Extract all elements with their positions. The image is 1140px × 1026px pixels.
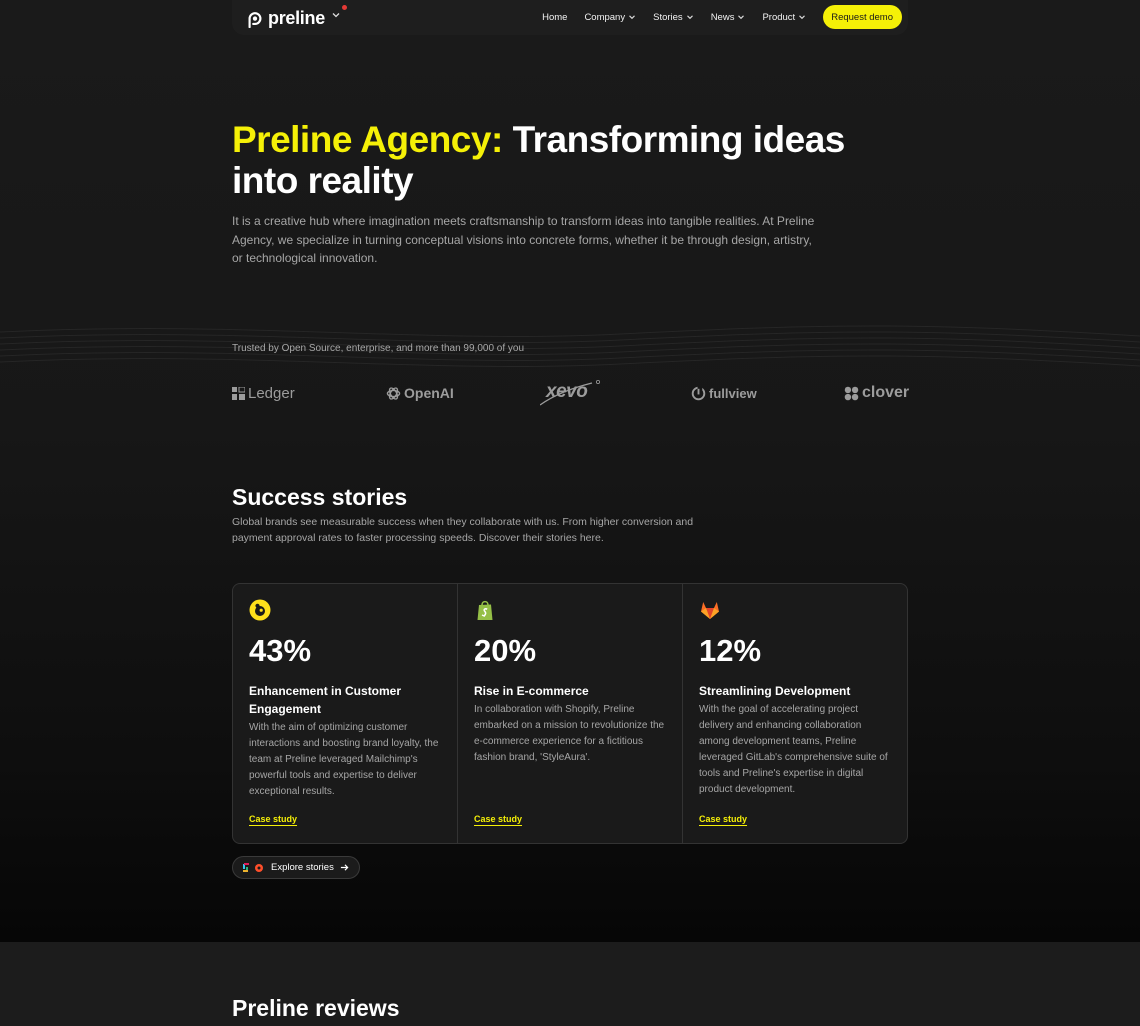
- brand-logos: Ledger OpenAI xevo fullview clover: [232, 378, 912, 408]
- nav-label: Company: [584, 11, 626, 23]
- brand-name: xevo: [546, 381, 588, 402]
- mailchimp-icon: [249, 599, 271, 621]
- story-title: Rise in E-commerce: [474, 684, 589, 698]
- story-stat: 20%: [474, 633, 537, 668]
- hero-title-accent: Preline Agency:: [232, 119, 503, 160]
- story-card-shopify: 20% Rise in E-commerce In collaboration …: [457, 584, 682, 843]
- brand-name: fullview: [709, 385, 757, 401]
- story-title: Enhancement in Customer Engagement: [249, 684, 402, 716]
- nav-news[interactable]: News: [711, 12, 746, 23]
- preline-logo-icon: [248, 11, 262, 28]
- chevron-down-icon: [738, 15, 745, 20]
- story-text: In collaboration with Shopify, Preline e…: [474, 704, 665, 763]
- story-title: Streamlining Development: [699, 684, 851, 698]
- brand-name: OpenAI: [404, 385, 454, 401]
- openai-icon: [386, 386, 401, 400]
- decorative-waves: [0, 325, 1140, 367]
- success-cards: 43% Enhancement in Customer Engagement W…: [232, 583, 908, 844]
- chevron-down-icon: [799, 15, 806, 20]
- success-stories-title: Success stories: [232, 484, 408, 510]
- brand-logo[interactable]: preline: [246, 8, 325, 29]
- navbar: preline Home Company Stories News Produc…: [232, 0, 908, 35]
- ledger-icon: [232, 386, 245, 400]
- nav-label: Product: [762, 11, 796, 23]
- story-card-gitlab: 12% Streamlining Development With the go…: [682, 584, 907, 843]
- main-nav: Home Company Stories News Product Reques…: [542, 5, 902, 29]
- story-stat: 43%: [249, 633, 312, 668]
- chevron-down-icon: [686, 15, 693, 20]
- fullview-icon: [691, 385, 706, 400]
- clover-icon: [844, 386, 859, 400]
- success-stories-description: Global brands see measurable success whe…: [232, 516, 694, 544]
- case-study-link[interactable]: Case study: [699, 814, 747, 824]
- request-demo-button[interactable]: Request demo: [823, 5, 902, 29]
- nav-home[interactable]: Home: [542, 12, 567, 23]
- shopify-icon: [477, 600, 493, 620]
- gitlab-icon: [701, 602, 719, 619]
- hero-title: Preline Agency: Transforming ideas into …: [232, 119, 892, 201]
- story-stat: 12%: [699, 633, 762, 668]
- chevron-down-icon[interactable]: [331, 10, 341, 20]
- brand-name: Ledger: [248, 384, 295, 402]
- chevron-down-icon: [629, 15, 635, 20]
- xevo-logo: xevo: [540, 378, 600, 408]
- story-text: With the aim of optimizing customer inte…: [249, 722, 439, 797]
- openai-logo: OpenAI: [386, 378, 454, 408]
- ledger-logo: Ledger: [232, 378, 295, 408]
- explore-stories-button[interactable]: Explore stories: [232, 856, 360, 879]
- trusted-by-text: Trusted by Open Source, enterprise, and …: [232, 343, 525, 354]
- nav-product[interactable]: Product: [762, 12, 806, 23]
- nav-label: Stories: [653, 11, 683, 23]
- story-text: With the goal of accelerating project de…: [699, 704, 888, 795]
- arrow-right-icon: [340, 864, 349, 871]
- notification-dot: [342, 5, 347, 10]
- nav-label: Home: [542, 11, 568, 23]
- reviews-section-background: [0, 942, 1140, 1026]
- story-card-mailchimp: 43% Enhancement in Customer Engagement W…: [233, 584, 457, 843]
- hero-description: It is a creative hub where imagination m…: [232, 214, 815, 265]
- clover-logo: clover: [844, 378, 909, 408]
- brand-name: preline: [268, 8, 325, 28]
- partner-logos-icon: [243, 862, 263, 872]
- fullview-logo: fullview: [691, 378, 757, 408]
- explore-stories-label: Explore stories: [271, 862, 334, 873]
- nav-label: News: [710, 11, 735, 23]
- nav-company[interactable]: Company: [584, 12, 636, 23]
- case-study-link[interactable]: Case study: [474, 814, 522, 824]
- nav-stories[interactable]: Stories: [653, 12, 694, 23]
- reviews-title: Preline reviews: [232, 995, 400, 1021]
- brand-name: clover: [862, 384, 910, 401]
- case-study-link[interactable]: Case study: [249, 814, 297, 824]
